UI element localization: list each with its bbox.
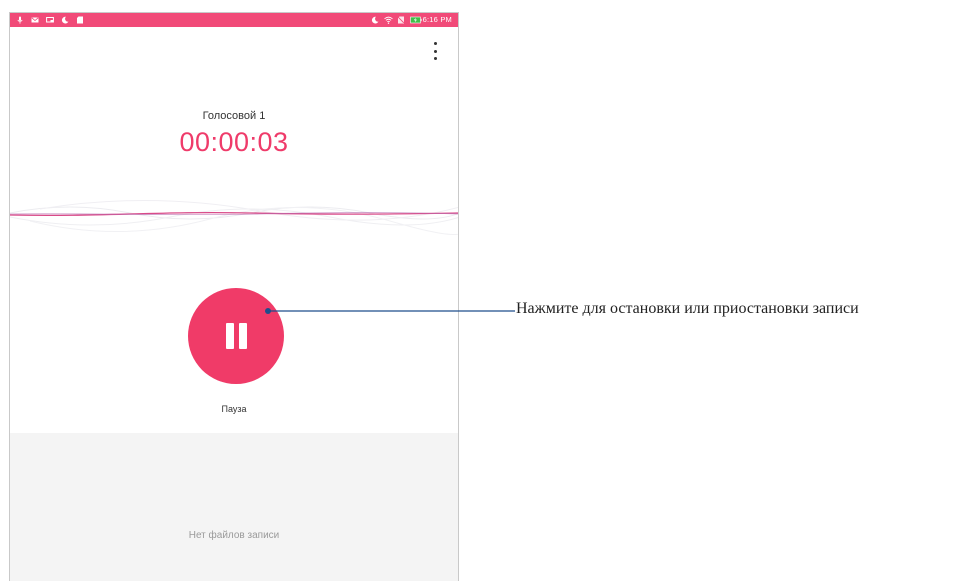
pause-label: Пауза	[221, 404, 247, 414]
no-sim-icon	[397, 16, 405, 24]
overflow-menu-button[interactable]	[430, 42, 440, 60]
pause-button[interactable]	[188, 288, 284, 384]
waveform	[10, 199, 458, 235]
more-vert-icon	[433, 42, 437, 45]
screen-icon	[46, 16, 54, 24]
wifi-icon	[383, 16, 393, 24]
recordings-list: Нет файлов записи	[10, 433, 458, 581]
recording-timer: 00:00:03	[179, 127, 289, 157]
callout-text: Нажмите для остановки или приостановки з…	[516, 300, 859, 317]
moon-icon	[371, 16, 379, 24]
battery-charging-icon	[409, 16, 422, 24]
moon-icon	[61, 16, 69, 24]
phone-screen: 6:16 PM Голосовой 1 00:00:03 Пауза Нет ф…	[9, 12, 459, 581]
callout-line	[265, 308, 515, 314]
empty-list-message: Нет файлов записи	[188, 530, 280, 541]
sd-card-icon	[76, 16, 84, 24]
mic-icon	[16, 16, 24, 24]
recording-title: Голосовой 1	[202, 110, 266, 122]
status-time: 6:16 PM	[422, 15, 452, 24]
pause-icon	[226, 323, 234, 349]
status-bar: 6:16 PM	[10, 13, 458, 27]
mail-icon	[31, 16, 39, 24]
